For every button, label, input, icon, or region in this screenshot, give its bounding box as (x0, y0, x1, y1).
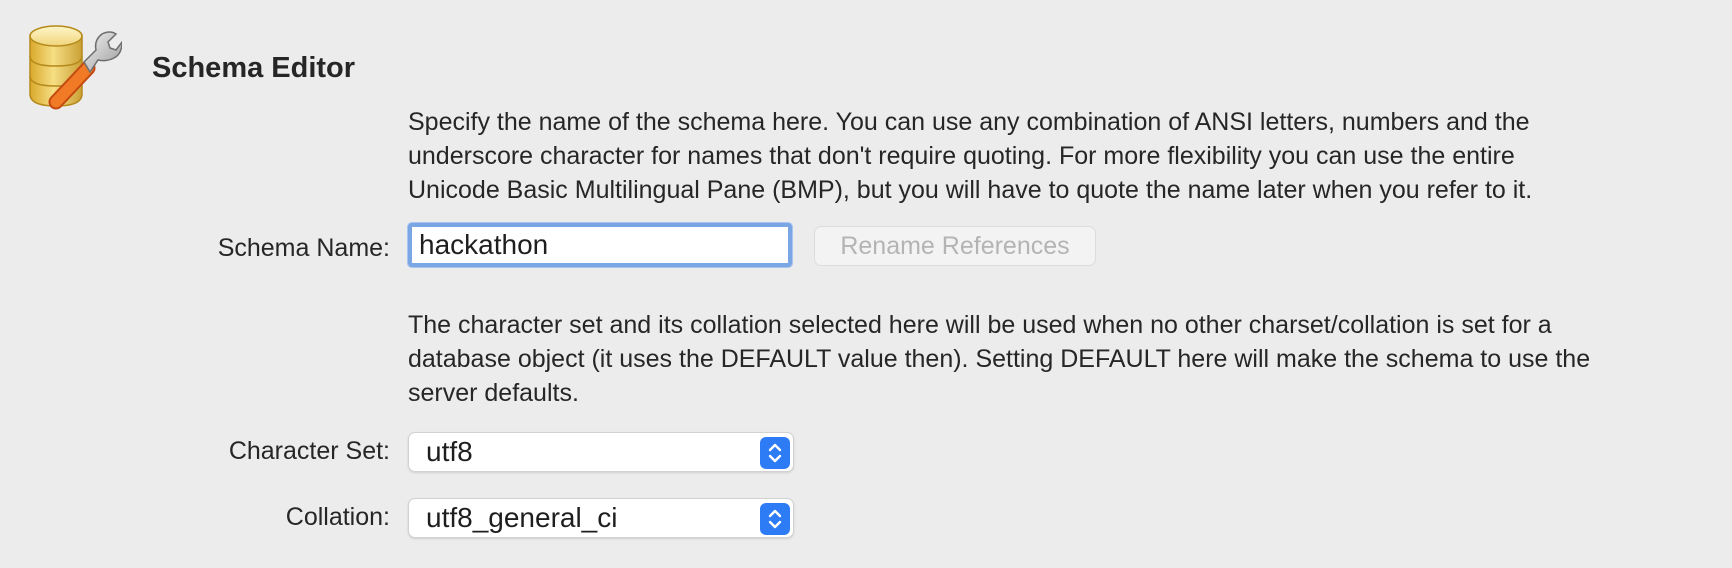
chevron-up-down-icon (760, 437, 790, 469)
character-set-select[interactable]: utf8 (408, 432, 794, 472)
description-line: underscore character for names that don'… (408, 142, 1515, 170)
description-line: database object (it uses the DEFAULT val… (408, 345, 1591, 373)
collation-label: Collation: (285, 503, 390, 531)
description-line: Specify the name of the schema here. You… (408, 108, 1530, 136)
rename-references-button[interactable]: Rename References (814, 226, 1096, 266)
page-title: Schema Editor (152, 52, 356, 84)
description-line: server defaults. (408, 379, 579, 407)
charset-description: The character set and its collation sele… (408, 308, 1708, 410)
character-set-label: Character Set: (228, 437, 390, 465)
schema-name-input[interactable] (408, 223, 792, 267)
schema-name-label: Schema Name: (217, 234, 390, 262)
description-line: The character set and its collation sele… (408, 311, 1552, 339)
database-wrench-icon (26, 22, 123, 114)
character-set-value: utf8 (426, 436, 473, 467)
description-line: Unicode Basic Multilingual Pane (BMP), b… (408, 176, 1533, 204)
collation-value: utf8_general_ci (426, 502, 618, 533)
collation-select[interactable]: utf8_general_ci (408, 498, 794, 538)
chevron-up-down-icon (760, 503, 790, 535)
schema-name-description: Specify the name of the schema here. You… (408, 105, 1708, 207)
